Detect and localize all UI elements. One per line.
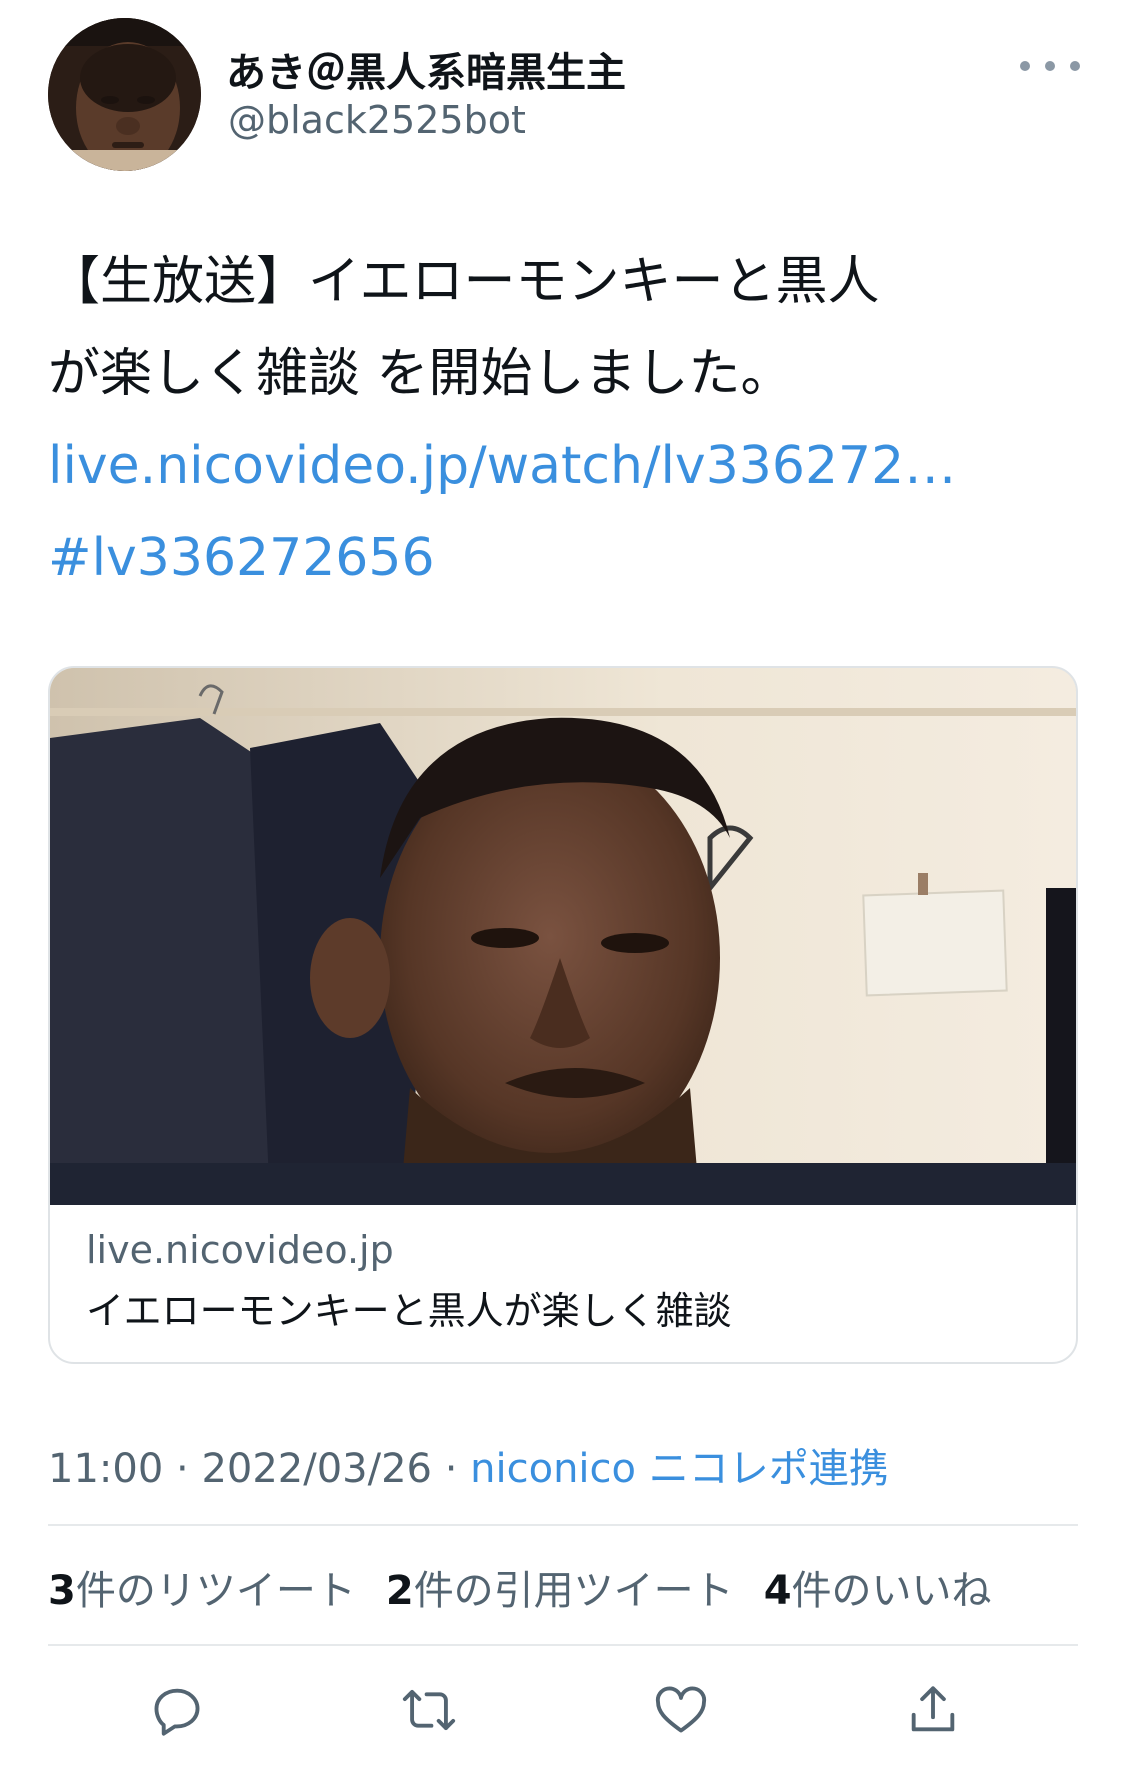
avatar-image	[48, 18, 201, 171]
retweet-icon[interactable]	[399, 1680, 459, 1740]
display-name[interactable]: あき＠黒人系暗黒生主	[226, 40, 626, 98]
dot	[1020, 61, 1030, 71]
hashtag-link[interactable]: #lv336272656	[48, 528, 435, 588]
card-domain: live.nicovideo.jp	[86, 1228, 394, 1272]
avatar[interactable]	[48, 18, 201, 171]
tweet-text-line: 【生放送】イエローモンキーと黒人	[48, 252, 880, 312]
separator: ·	[176, 1446, 189, 1492]
card-title: イエローモンキーと黒人が楽しく雑談	[86, 1289, 732, 1333]
action-bar	[0, 1670, 1125, 1750]
retweets-stat[interactable]: 3件のリツイート	[48, 1558, 356, 1616]
tweet-metadata: 11:00 · 2022/03/26 · niconico ニコレポ連携	[48, 1436, 889, 1494]
link-preview-card[interactable]: live.nicovideo.jp イエローモンキーと黒人が楽しく雑談	[48, 666, 1078, 1364]
more-options-icon[interactable]	[1020, 46, 1080, 86]
tweet-text: 【生放送】イエローモンキーと黒人 が楽しく雑談 を開始しました。 live.ni…	[48, 236, 1078, 604]
retweets-count: 3	[48, 1568, 76, 1614]
dot	[1045, 61, 1055, 71]
share-icon[interactable]	[903, 1680, 963, 1740]
divider	[48, 1524, 1078, 1526]
like-icon[interactable]	[651, 1680, 711, 1740]
quotes-label: 件の引用ツイート	[413, 1568, 734, 1614]
engagement-stats: 3件のリツイート 2件の引用ツイート 4件のいいね	[48, 1558, 992, 1616]
likes-stat[interactable]: 4件のいいね	[764, 1558, 992, 1616]
likes-count: 4	[763, 1568, 792, 1614]
quotes-stat[interactable]: 2件の引用ツイート	[386, 1558, 734, 1616]
retweets-label: 件のリツイート	[75, 1568, 356, 1614]
divider	[48, 1644, 1078, 1646]
tweet-link[interactable]: live.nicovideo.jp/watch/lv336272…	[48, 436, 956, 496]
likes-label: 件のいいね	[791, 1568, 992, 1614]
tweet-date[interactable]: 2022/03/26	[201, 1446, 432, 1492]
tweet-source[interactable]: niconico ニコレポ連携	[470, 1446, 889, 1492]
reply-icon[interactable]	[147, 1680, 207, 1740]
quotes-count: 2	[385, 1568, 414, 1614]
card-thumbnail	[50, 668, 1076, 1205]
tweet-text-line: が楽しく雑談 を開始しました。	[48, 344, 793, 404]
user-handle[interactable]: @black2525bot	[228, 98, 526, 142]
tweet-time[interactable]: 11:00	[48, 1446, 163, 1492]
separator: ·	[444, 1446, 458, 1492]
dot	[1070, 61, 1080, 71]
